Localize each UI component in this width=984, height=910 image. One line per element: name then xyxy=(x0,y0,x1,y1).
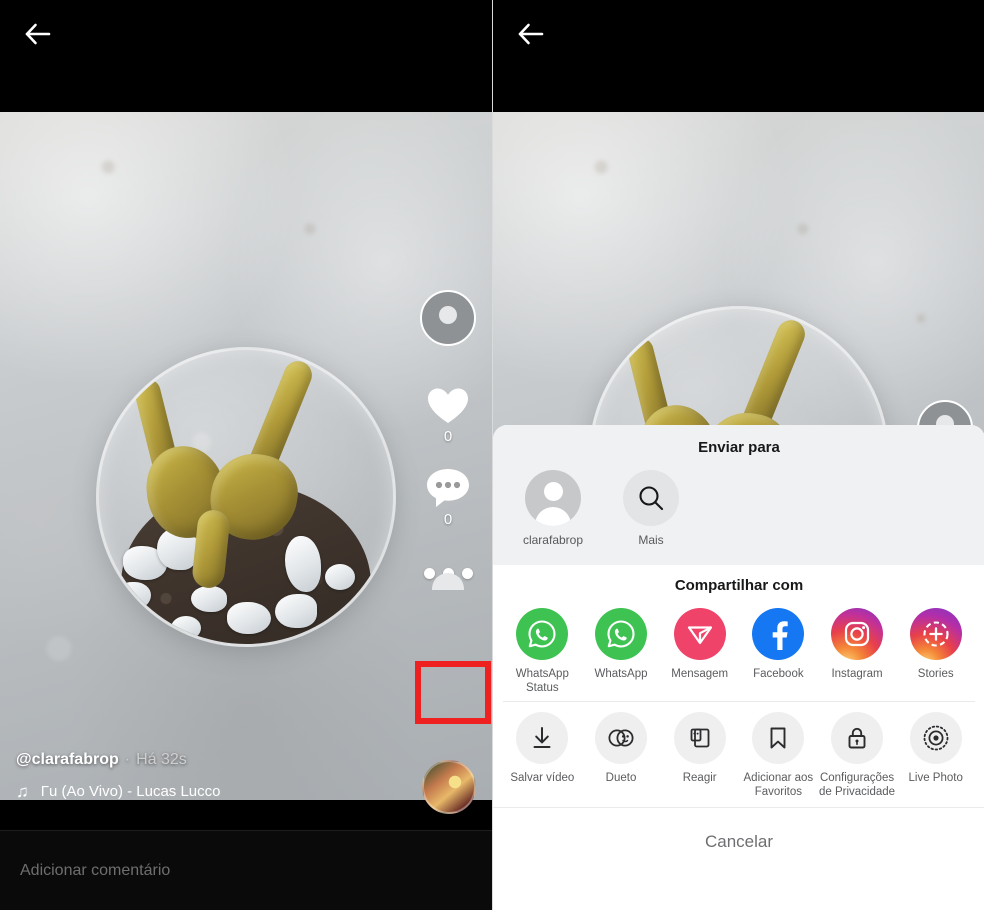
share-with-title: Compartilhar com xyxy=(674,577,804,594)
share-item-facebook[interactable]: Facebook xyxy=(739,608,818,695)
share-label: WhatsApp Status xyxy=(515,668,569,694)
username[interactable]: @clarafabrop xyxy=(16,751,119,769)
cancel-label: Cancelar xyxy=(704,831,774,851)
share-item-mensagem[interactable]: Mensagem xyxy=(660,608,739,695)
profile-avatar-icon[interactable] xyxy=(420,290,476,590)
live-photo-action[interactable]: Live Photo xyxy=(896,712,975,799)
instagram-icon xyxy=(831,608,884,660)
right-panel-share-screen: Enviar para clarafabrop Mais Compartilha… xyxy=(492,0,984,910)
music-label: Γu (Ao Vivo) - Lucas Lucco xyxy=(40,783,221,800)
send-to-row: clarafabrop Mais xyxy=(493,470,984,547)
heart-icon xyxy=(428,388,468,423)
comment-count: 0 xyxy=(443,511,453,528)
download-icon xyxy=(516,712,569,765)
action-rail-left: 0 0 xyxy=(412,290,484,596)
like-button[interactable]: 0 xyxy=(426,386,470,445)
instagram-stories-icon xyxy=(909,608,962,660)
share-with-section: Compartilhar com WhatsApp Status WhatsAp… xyxy=(493,565,984,702)
send-to-label: clarafabrop xyxy=(522,533,584,547)
share-label: Mensagem xyxy=(671,668,729,680)
action-label: Salvar vídeo xyxy=(510,772,575,785)
action-label: Reagir xyxy=(682,772,717,785)
comment-input-bar[interactable]: Adicionar comentário xyxy=(0,830,492,910)
duet-icon xyxy=(595,712,647,765)
author-row: @clarafabrop · Há 32s xyxy=(16,751,476,769)
video-meta: @clarafabrop · Há 32s ♫ Γu (Ao Vivo) - L… xyxy=(0,751,492,800)
action-label: Adicionar aos Favoritos xyxy=(743,772,814,798)
action-label: Dueto xyxy=(605,772,637,785)
music-note-icon: ♫ xyxy=(16,782,29,801)
send-to-section: Enviar para clarafabrop Mais xyxy=(493,425,984,565)
music-disc-avatar[interactable] xyxy=(422,760,476,814)
left-top-bar xyxy=(0,0,492,112)
send-to-item-mais[interactable]: Mais xyxy=(615,470,687,547)
comment-bubble-icon xyxy=(427,469,469,507)
share-item-stories[interactable]: Stories xyxy=(896,608,975,695)
privacidade-action[interactable]: Configurações de Privacidade xyxy=(818,712,897,799)
actions-section: Salvar vídeo Dueto Reagir Adicionar aos … xyxy=(493,702,984,808)
live-photo-icon xyxy=(909,712,962,765)
direct-message-icon xyxy=(673,608,726,660)
comment-placeholder: Adicionar comentário xyxy=(20,861,171,879)
search-icon xyxy=(623,470,679,526)
share-label: Stories xyxy=(917,668,954,680)
favoritos-action[interactable]: Adicionar aos Favoritos xyxy=(739,712,818,799)
actions-row: Salvar vídeo Dueto Reagir Adicionar aos … xyxy=(493,712,984,799)
salvar-video-action[interactable]: Salvar vídeo xyxy=(503,712,582,799)
whatsapp-icon xyxy=(595,608,647,660)
send-to-item-clarafabrop[interactable]: clarafabrop xyxy=(517,470,589,547)
action-label: Live Photo xyxy=(908,772,963,785)
react-icon xyxy=(673,712,726,765)
share-label: Instagram xyxy=(831,668,883,680)
stone xyxy=(171,616,201,641)
right-top-bar xyxy=(493,0,984,112)
facebook-icon xyxy=(752,608,805,660)
send-to-label: Mais xyxy=(638,533,664,547)
timestamp: Há 32s xyxy=(136,751,187,768)
separator: · xyxy=(124,751,131,768)
reagir-action[interactable]: Reagir xyxy=(660,712,739,799)
share-item-whatsapp-status[interactable]: WhatsApp Status xyxy=(503,608,582,695)
back-arrow-icon[interactable] xyxy=(513,16,549,52)
lock-icon xyxy=(831,712,884,765)
share-with-row: WhatsApp Status WhatsApp Mensagem Facebo… xyxy=(493,608,984,695)
share-label: Facebook xyxy=(753,668,804,680)
comment-button[interactable]: 0 xyxy=(425,467,471,528)
music-row[interactable]: ♫ Γu (Ao Vivo) - Lucas Lucco xyxy=(16,783,476,800)
screenshot-stage: 0 0 @clarafabrop · Há 32s ♫ Γu (Ao Vivo)… xyxy=(0,0,984,910)
stone xyxy=(227,602,271,635)
dueto-action[interactable]: Dueto xyxy=(582,712,661,799)
send-to-title: Enviar para xyxy=(698,439,780,456)
share-item-instagram[interactable]: Instagram xyxy=(818,608,897,695)
like-count: 0 xyxy=(443,428,453,445)
cancel-button[interactable]: Cancelar xyxy=(493,807,984,876)
share-label: WhatsApp xyxy=(594,668,648,680)
left-panel-video-screen: 0 0 @clarafabrop · Há 32s ♫ Γu (Ao Vivo)… xyxy=(0,0,492,910)
stone xyxy=(275,594,317,629)
glass-bowl xyxy=(96,347,396,648)
back-arrow-icon[interactable] xyxy=(20,16,56,52)
share-item-whatsapp[interactable]: WhatsApp xyxy=(582,608,661,695)
stone xyxy=(325,564,355,591)
stone xyxy=(191,586,227,613)
action-label: Configurações de Privacidade xyxy=(818,772,896,798)
share-sheet: Enviar para clarafabrop Mais Compartilha… xyxy=(493,425,984,910)
whatsapp-icon xyxy=(516,608,569,660)
profile-avatar-icon xyxy=(525,470,581,526)
bookmark-icon xyxy=(752,712,805,765)
